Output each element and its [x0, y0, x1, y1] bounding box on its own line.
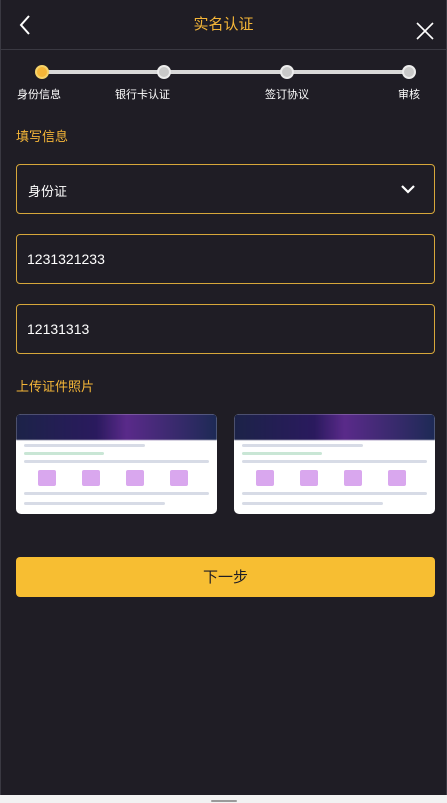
- step-label-bank: 银行卡认证: [115, 88, 170, 101]
- second-info-field[interactable]: [16, 304, 435, 354]
- step-label-identity: 身份信息: [17, 88, 61, 101]
- id-type-select[interactable]: 身份证: [16, 164, 435, 214]
- form-section-title: 填写信息: [16, 130, 69, 145]
- upload-section-title: 上传证件照片: [16, 380, 95, 395]
- upload-photo-front[interactable]: [16, 414, 217, 514]
- photo-banner: [16, 414, 217, 440]
- home-indicator[interactable]: [211, 800, 237, 802]
- upload-photo-back[interactable]: [234, 414, 435, 514]
- header: 实名认证: [1, 0, 446, 50]
- step-dot-review: [402, 65, 416, 79]
- chevron-down-icon: [401, 185, 415, 194]
- step-label-review: 审核: [398, 88, 420, 101]
- page-title: 实名认证: [193, 15, 254, 33]
- step-dot-bank: [157, 65, 171, 79]
- step-dot-agreement: [280, 65, 294, 79]
- screen: 实名认证 身份信息 银行卡认证 签订协议 审核 填写信息 身份证 上传证件照片: [0, 0, 447, 795]
- id-number-field[interactable]: [16, 234, 435, 284]
- id-number-input[interactable]: [27, 235, 417, 283]
- photo-banner: [234, 414, 435, 440]
- second-info-input[interactable]: [27, 305, 417, 353]
- step-dot-identity: [35, 65, 49, 79]
- progress-track: [42, 70, 408, 74]
- close-button[interactable]: [414, 20, 436, 42]
- step-label-agreement: 签订协议: [265, 88, 309, 101]
- id-type-value: 身份证: [28, 185, 68, 200]
- next-step-button[interactable]: 下一步: [16, 557, 435, 597]
- progress-steps: 身份信息 银行卡认证 签订协议 审核: [1, 62, 446, 106]
- close-icon: [416, 22, 434, 40]
